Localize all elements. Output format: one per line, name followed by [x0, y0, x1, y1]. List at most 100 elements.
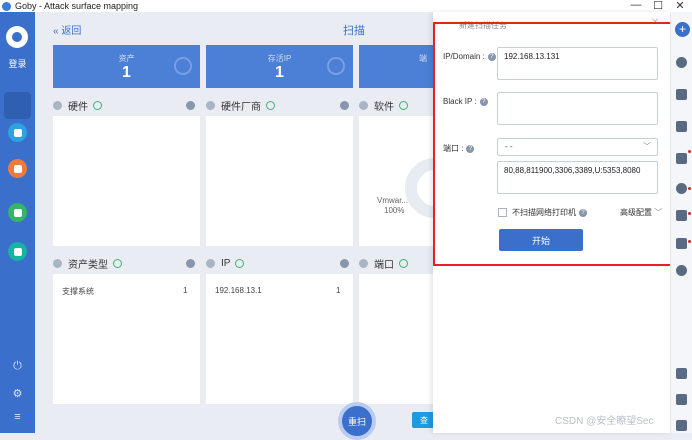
scan-header: « 返回 扫描	[35, 12, 435, 44]
section-software: 软件	[359, 98, 408, 113]
section-title: 软件	[374, 101, 394, 113]
rescan-button[interactable]: 重扫	[338, 402, 376, 440]
check-icon	[399, 258, 408, 268]
left-sidebar: 登录 ⏻ ⚙ ≡	[0, 12, 35, 433]
sidebar-item-reports[interactable]	[8, 203, 27, 222]
add-task-button[interactable]: +	[675, 22, 690, 37]
label-text: 不扫描网络打印机	[512, 208, 576, 217]
port-preset-select[interactable]: - - ﹀	[497, 138, 658, 156]
list-item-count: 1	[183, 286, 188, 295]
monitor-icon[interactable]	[676, 121, 687, 132]
label-text: 端口 :	[443, 144, 464, 153]
bug-icon[interactable]	[676, 183, 687, 194]
list-item-count: 1	[336, 286, 341, 295]
stat-card-assets[interactable]: 资产 1	[53, 45, 200, 88]
help-icon[interactable]: ?	[479, 97, 488, 106]
login-label[interactable]: 登录	[0, 57, 35, 70]
bar-chart-icon[interactable]	[676, 210, 687, 221]
notification-dot	[688, 212, 691, 215]
arrow-right-icon[interactable]	[186, 259, 195, 268]
notes-icon[interactable]	[676, 394, 687, 405]
settings-icon[interactable]: ⚙	[0, 387, 35, 400]
help-icon[interactable]: ?	[487, 52, 496, 61]
list-item-name[interactable]: 192.168.13.1	[215, 286, 262, 295]
title-bar: Goby - Attack surface mapping — ☐ ✕	[0, 0, 692, 12]
check-icon	[93, 100, 102, 110]
section-asset-type: 资产类型	[53, 256, 122, 271]
vendor-panel	[206, 116, 353, 246]
label-text: IP/Domain :	[443, 52, 485, 61]
sidebar-item-plugins[interactable]	[8, 242, 27, 261]
ip-domain-label: IP/Domain :?	[443, 52, 496, 61]
watermark: CSDN @安全瞭望Sec	[555, 416, 654, 427]
port-panel	[359, 274, 433, 404]
ip-domain-input[interactable]: 192.168.13.131	[497, 47, 658, 80]
section-port: 端口	[359, 256, 408, 271]
back-link[interactable]: « 返回	[53, 22, 81, 37]
no-printer-label: 不扫描网络打印机?	[512, 207, 587, 218]
id-card-icon[interactable]	[676, 153, 687, 164]
section-title: 端口	[374, 259, 394, 271]
list-item-name[interactable]: 支撑系统	[62, 286, 94, 297]
page-title: 扫描	[343, 25, 365, 37]
minimize-button[interactable]: —	[629, 0, 643, 11]
section-vendor: 硬件厂商	[206, 98, 275, 113]
power-icon[interactable]: ⏻	[0, 360, 35, 373]
arrow-right-icon[interactable]	[340, 101, 349, 110]
chart-percent: 100%	[384, 206, 405, 215]
hardware-icon	[53, 100, 62, 110]
menu-icon[interactable]: ≡	[0, 411, 35, 423]
sidebar-item-assets[interactable]	[8, 123, 27, 142]
puzzle-icon[interactable]	[676, 238, 687, 249]
start-button[interactable]: 开始	[499, 229, 583, 251]
software-icon	[359, 100, 368, 110]
arrow-right-icon[interactable]	[186, 101, 195, 110]
asset-type-icon	[53, 258, 62, 268]
no-printer-checkbox[interactable]	[498, 208, 507, 217]
section-title: 硬件	[68, 101, 88, 113]
notification-dot	[688, 187, 691, 190]
port-label: 端口 :?	[443, 143, 475, 154]
warning-icon[interactable]	[676, 420, 687, 431]
dialog-close-icon[interactable]: ✕	[651, 17, 659, 28]
check-icon	[235, 258, 245, 268]
section-hardware: 硬件	[53, 98, 102, 113]
hardware-panel	[53, 116, 200, 246]
help-icon[interactable]: ?	[466, 144, 475, 153]
maximize-button[interactable]: ☐	[651, 0, 665, 12]
goby-logo-icon	[2, 1, 11, 11]
extension-icon[interactable]	[676, 265, 687, 276]
chevron-down-icon: ﹀	[654, 208, 663, 217]
stat-card-live-ip[interactable]: 存活IP 1	[206, 45, 353, 88]
sidebar-item-scan[interactable]	[4, 92, 31, 119]
plugin-icon	[13, 247, 22, 256]
dialog-title: 新建扫描任务	[459, 21, 507, 30]
refresh-icon[interactable]	[676, 368, 687, 379]
chevron-down-icon: ﹀	[643, 142, 651, 151]
help-icon[interactable]: ?	[579, 208, 587, 217]
section-title: 硬件厂商	[221, 101, 261, 113]
black-ip-label: Black IP :?	[443, 97, 488, 106]
port-input[interactable]: 80,88,811900,3306,3389,U:5353,8080	[497, 161, 658, 194]
window-title: Goby - Attack surface mapping	[15, 1, 139, 11]
select-value: - -	[505, 142, 513, 151]
assets-icon	[13, 128, 22, 137]
label-text: Black IP :	[443, 97, 477, 106]
history-icon[interactable]	[676, 57, 687, 68]
user-avatar[interactable]	[6, 26, 28, 48]
sidebar-item-vulns[interactable]	[8, 159, 27, 178]
stat-label: 端	[419, 54, 427, 63]
check-icon	[266, 100, 275, 110]
close-button[interactable]: ✕	[673, 0, 687, 12]
report-icon	[13, 208, 22, 217]
label-text: 高级配置	[620, 208, 652, 217]
avatar-icon	[12, 32, 22, 42]
advanced-config-link[interactable]: 高级配置 ﹀	[620, 207, 662, 218]
document-icon[interactable]	[676, 89, 687, 100]
ip-section-icon	[206, 258, 215, 268]
vendor-icon	[206, 100, 215, 110]
arrow-right-icon[interactable]	[340, 259, 349, 268]
stat-card-ports[interactable]: 端	[359, 45, 433, 88]
black-ip-input[interactable]	[497, 92, 658, 125]
section-title: 资产类型	[68, 259, 108, 271]
